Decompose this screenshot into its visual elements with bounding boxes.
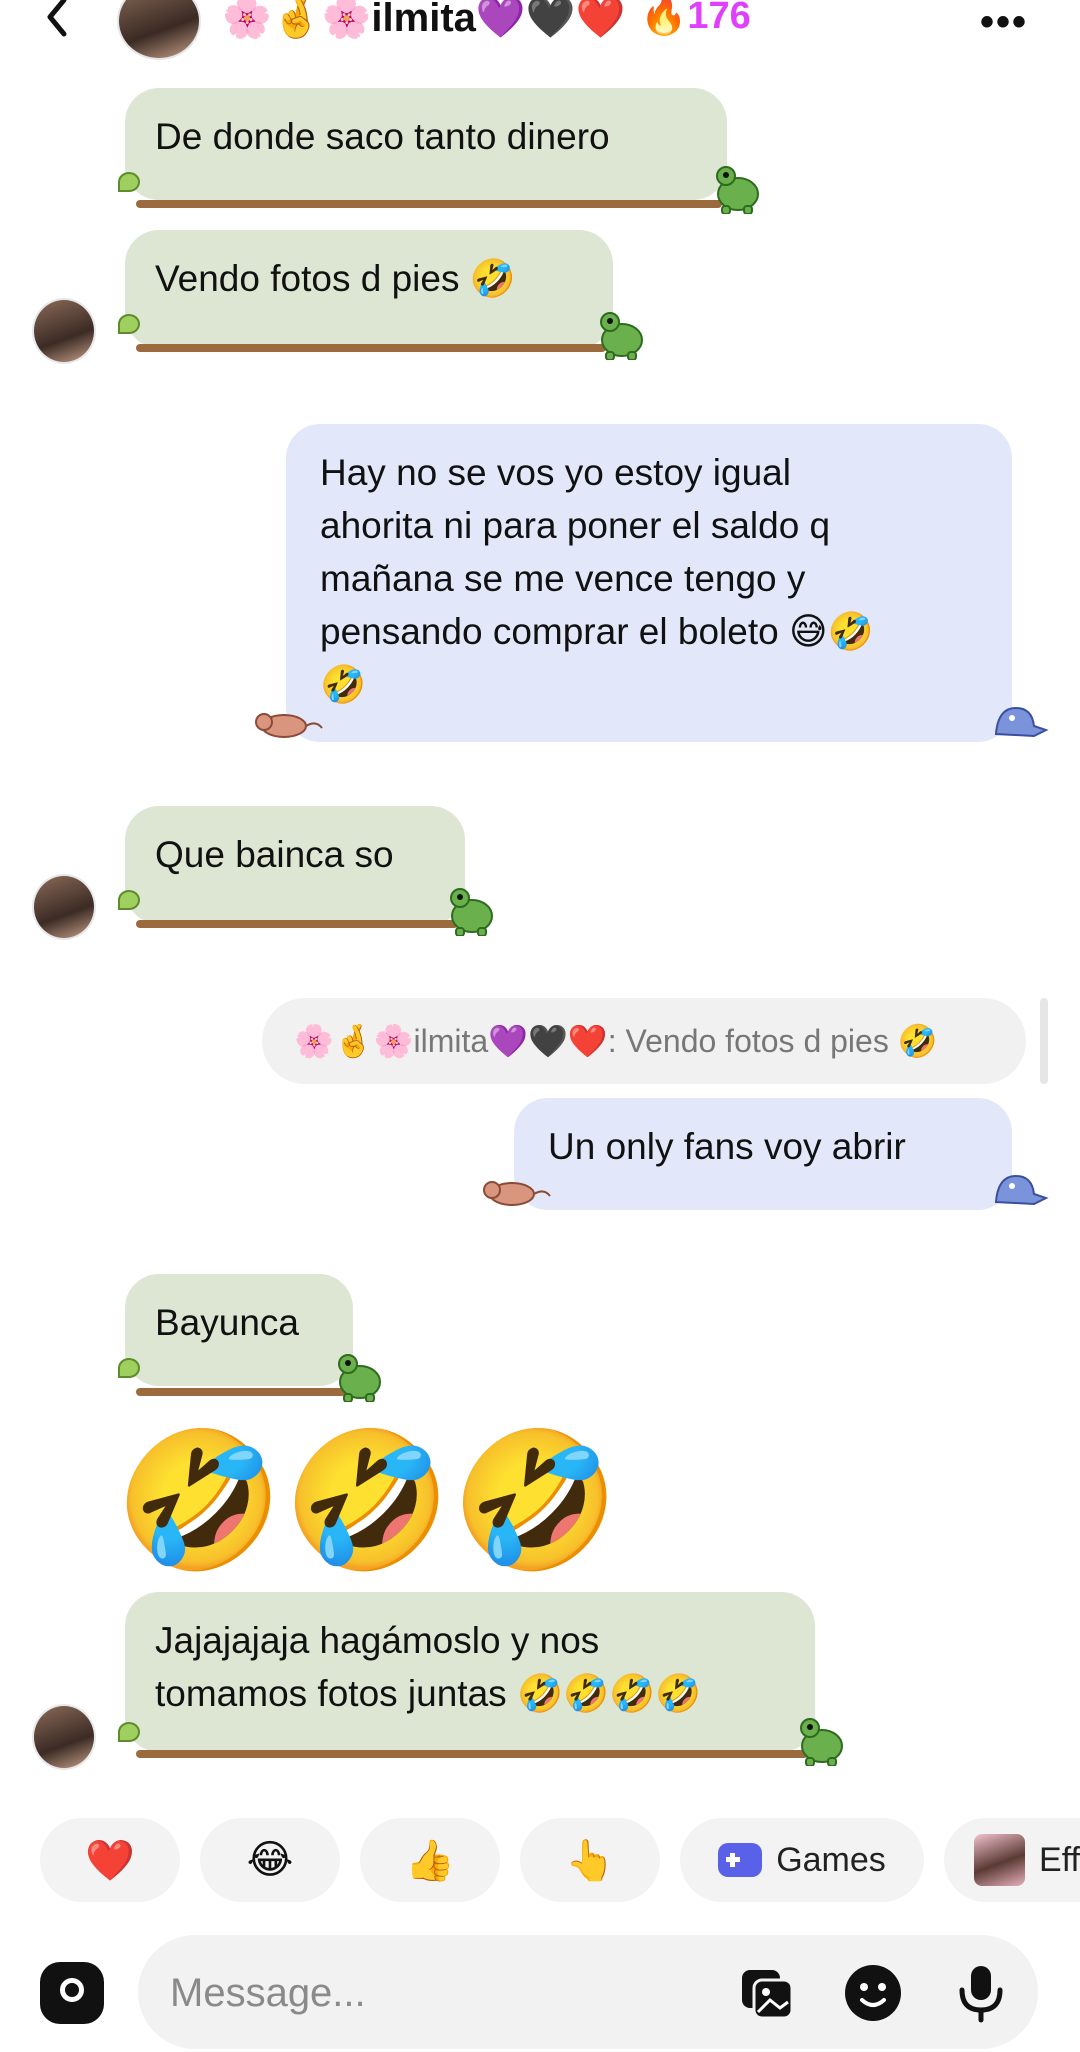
quick-reaction-thumbs-up[interactable]: 👍 [360,1818,500,1902]
pointing-up-icon: 👆 [565,1838,615,1883]
message-line: pensando comprar el boleto 😅🤣 [320,611,874,652]
laughing-icon: 😂 [246,1838,294,1882]
gallery-icon[interactable] [736,1962,798,2024]
sprout-decoration-icon [118,1358,140,1378]
vine-decoration [136,1750,808,1758]
message-line: Jajajajaja hagámoslo y nos [155,1620,600,1661]
incoming-message[interactable]: De donde saco tanto dinero [125,88,727,200]
message-input[interactable] [168,1960,732,2026]
message-text: Que bainca so [155,834,394,875]
heart-icon: ❤️ [85,1838,135,1883]
microphone-icon[interactable] [950,1962,1012,2024]
games-label: Games [776,1840,886,1879]
vine-decoration [136,920,458,928]
sticker-icon[interactable] [842,1962,904,2024]
quick-reaction-heart[interactable]: ❤️ [40,1818,180,1902]
message-line: ahorita ni para poner el saldo q [320,505,831,546]
frog-sticker-icon [338,1354,381,1402]
effects-thumbnail-icon [974,1834,1026,1886]
camera-lens-decoration [60,1978,84,2002]
thumbs-up-icon: 👍 [405,1838,455,1883]
gamepad-icon [718,1843,763,1877]
pig-sticker-icon [483,1181,551,1206]
message-line: Hay no se vos yo estoy igual [320,452,791,493]
incoming-message[interactable]: Jajajajaja hagámoslo y nos tomamos fotos… [125,1592,815,1752]
back-chevron-icon[interactable] [38,0,78,40]
message-line: 🤣 [320,664,367,705]
frog-sticker-icon [800,1718,843,1766]
vine-decoration [136,1388,346,1396]
whale-sticker-icon [994,706,1049,738]
message-text: Vendo fotos d pies 🤣 [155,258,516,299]
frog-sticker-icon [600,312,643,360]
incoming-message[interactable]: Bayunca [125,1274,353,1386]
contact-name[interactable]: 🌸🤞🌸ilmita💜🖤❤️ [222,0,625,41]
sprout-decoration-icon [118,314,140,334]
quick-reaction-pointing-up[interactable]: 👆 [520,1818,660,1902]
streak-count: 🔥176 [640,0,751,37]
sprout-decoration-icon [118,172,140,192]
quick-reaction-laughing[interactable]: 😂 [200,1818,340,1902]
pig-sticker-icon [255,713,323,738]
message-text: Un only fans voy abrir [548,1126,906,1167]
incoming-message[interactable]: Que bainca so [125,806,465,924]
message-line: mañana se me vence tengo y [320,558,806,599]
sender-avatar[interactable] [32,1704,96,1770]
frog-sticker-icon [716,166,759,214]
incoming-message[interactable]: Vendo fotos d pies 🤣 [125,230,613,348]
sender-avatar[interactable] [32,874,96,940]
sprout-decoration-icon [118,1722,140,1742]
games-button[interactable]: Games [680,1818,924,1902]
vine-decoration [136,200,722,208]
message-line: tomamos fotos juntas 🤣🤣🤣🤣 [155,1673,702,1714]
frog-sticker-icon [450,888,493,936]
outgoing-message[interactable]: Hay no se vos yo estoy igual ahorita ni … [286,424,1012,742]
vine-decoration [136,344,606,352]
effects-button[interactable]: Eff [944,1818,1080,1902]
reply-quote[interactable]: 🌸🤞🌸ilmita💜🖤❤️: Vendo fotos d pies 🤣 [262,998,1026,1084]
sender-avatar[interactable] [32,298,96,364]
emoji-message[interactable]: 🤣🤣🤣 [115,1426,619,1576]
whale-sticker-icon [994,1174,1049,1206]
message-text: Bayunca [155,1302,299,1343]
outgoing-message[interactable]: Un only fans voy abrir [514,1098,1012,1210]
message-text: De donde saco tanto dinero [155,116,610,157]
sprout-decoration-icon [118,890,140,910]
contact-avatar[interactable] [117,0,201,60]
effects-label: Eff [1039,1840,1080,1879]
reply-indicator-bar [1040,998,1048,1084]
more-options-icon[interactable]: ••• [980,0,1028,45]
